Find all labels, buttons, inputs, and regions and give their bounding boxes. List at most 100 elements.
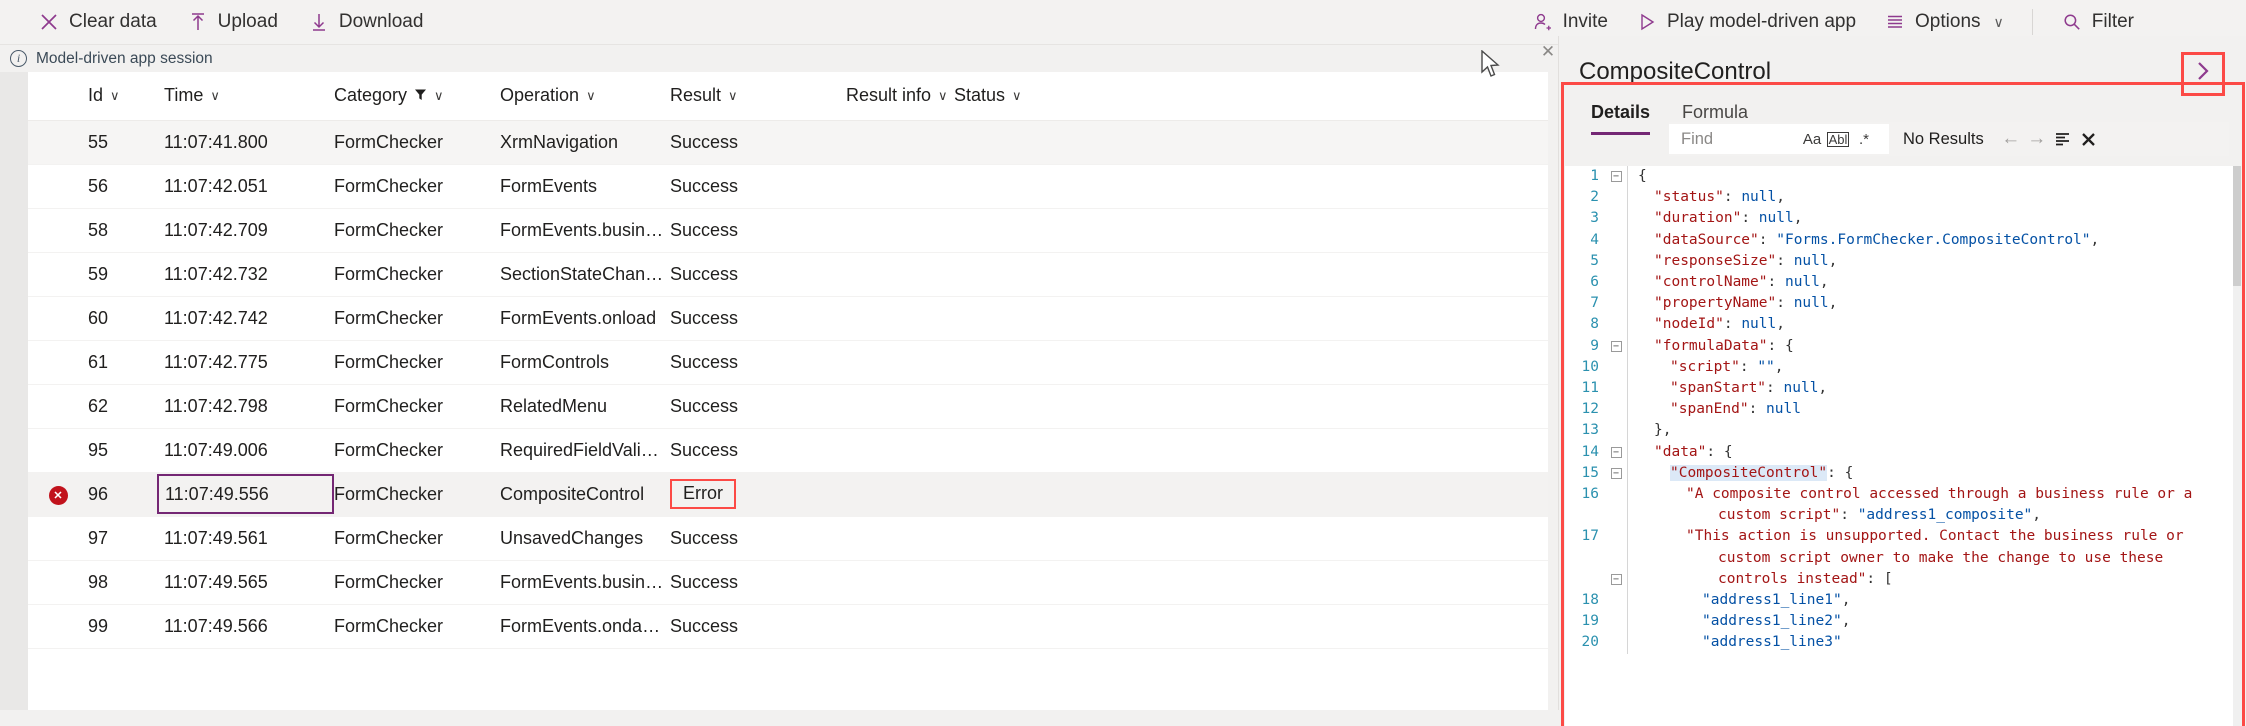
cell-result-info[interactable] <box>846 340 954 385</box>
cell-result[interactable]: Success <box>670 384 846 429</box>
clear-data-button[interactable]: Clear data <box>26 5 169 39</box>
cell-status[interactable] <box>954 120 1074 165</box>
table-row[interactable]: 99 11:07:49.566 FormChecker FormEvents.onda… <box>0 604 1548 649</box>
options-button[interactable]: Options ∨ <box>1872 5 2016 39</box>
upload-button[interactable]: Upload <box>175 5 290 39</box>
find-close-button[interactable] <box>2076 126 2102 152</box>
cell-result-info[interactable] <box>846 208 954 253</box>
cell-id[interactable]: 60 <box>88 296 164 341</box>
cell-id[interactable]: 95 <box>88 428 164 473</box>
cell-operation[interactable]: FormEvents <box>500 164 670 209</box>
cell-result[interactable]: Success <box>670 120 846 165</box>
header-col-operation[interactable]: Operation ∨ <box>500 72 670 121</box>
header-col-result[interactable]: Result ∨ <box>670 72 846 121</box>
cell-status[interactable] <box>954 472 1074 517</box>
selection-find-icon[interactable] <box>2050 126 2076 152</box>
cell-result[interactable]: Success <box>670 340 846 385</box>
cell-operation[interactable]: SectionStateChange.vi... <box>500 252 670 297</box>
cell-category[interactable]: FormChecker <box>334 428 500 473</box>
cell-result-info[interactable] <box>846 428 954 473</box>
cell-result[interactable]: Success <box>670 296 846 341</box>
cell-time[interactable]: 11:07:49.565 <box>164 560 334 605</box>
table-row[interactable]: 97 11:07:49.561 FormChecker UnsavedChanges S… <box>0 516 1548 561</box>
cell-operation[interactable]: FormEvents.ondataload <box>500 604 670 649</box>
cell-status[interactable] <box>954 164 1074 209</box>
cell-time[interactable]: 11:07:49.566 <box>164 604 334 649</box>
cell-category[interactable]: FormChecker <box>334 604 500 649</box>
cell-operation[interactable]: FormEvents.businessrule <box>500 560 670 605</box>
cell-category[interactable]: FormChecker <box>334 340 500 385</box>
cell-result-info[interactable] <box>846 252 954 297</box>
table-row[interactable]: 58 11:07:42.709 FormChecker FormEvents.busi… <box>0 208 1548 253</box>
cell-category[interactable]: FormChecker <box>334 516 500 561</box>
find-next-button[interactable]: → <box>2024 126 2050 152</box>
cell-result-info[interactable] <box>846 164 954 209</box>
cell-category[interactable]: FormChecker <box>334 120 500 165</box>
regex-toggle[interactable]: .* <box>1851 126 1877 152</box>
cell-operation[interactable]: FormEvents.onload <box>500 296 670 341</box>
cell-result[interactable]: Error <box>670 472 846 517</box>
cell-result-info[interactable] <box>846 472 954 517</box>
table-row[interactable]: 59 11:07:42.732 FormChecker SectionStateCha… <box>0 252 1548 297</box>
cell-category[interactable]: FormChecker <box>334 252 500 297</box>
cell-status[interactable] <box>954 560 1074 605</box>
cell-id[interactable]: 56 <box>88 164 164 209</box>
table-row[interactable]: 60 11:07:42.742 FormChecker FormEvents.onlo… <box>0 296 1548 341</box>
cell-status[interactable] <box>954 340 1074 385</box>
cell-id[interactable]: 55 <box>88 120 164 165</box>
cell-status[interactable] <box>954 516 1074 561</box>
cell-id[interactable]: 61 <box>88 340 164 385</box>
code-scrollbar-thumb[interactable] <box>2233 166 2241 286</box>
header-col-result-info[interactable]: Result info ∨ <box>846 72 954 121</box>
cell-status[interactable] <box>954 252 1074 297</box>
header-col-time[interactable]: Time ∨ <box>164 72 334 121</box>
cell-category[interactable]: FormChecker <box>334 296 500 341</box>
cell-result[interactable]: Success <box>670 604 846 649</box>
cell-result[interactable]: Success <box>670 164 846 209</box>
cell-operation[interactable]: RequiredFieldValidation <box>500 428 670 473</box>
header-col-status[interactable]: Status ∨ <box>954 72 1074 121</box>
cell-result-info[interactable] <box>846 516 954 561</box>
cell-time[interactable]: 11:07:49.556 <box>157 472 334 517</box>
session-close-button[interactable]: ✕ <box>1538 42 1558 62</box>
invite-button[interactable]: Invite <box>1520 5 1620 39</box>
cell-status[interactable] <box>954 428 1074 473</box>
whole-word-toggle[interactable]: Abl <box>1825 126 1851 152</box>
cell-category[interactable]: FormChecker <box>334 208 500 253</box>
cell-result-info[interactable] <box>846 296 954 341</box>
play-model-driven-app-button[interactable]: Play model-driven app <box>1624 5 1868 39</box>
download-button[interactable]: Download <box>296 5 436 39</box>
cell-status[interactable] <box>954 208 1074 253</box>
cell-category[interactable]: FormChecker <box>334 384 500 429</box>
cell-id[interactable]: 58 <box>88 208 164 253</box>
header-col-category[interactable]: Category ∨ <box>334 72 500 121</box>
cell-operation[interactable]: UnsavedChanges <box>500 516 670 561</box>
cell-id[interactable]: 62 <box>88 384 164 429</box>
table-row[interactable]: 95 11:07:49.006 FormChecker RequiredFieldVa… <box>0 428 1548 473</box>
table-row[interactable]: 56 11:07:42.051 FormChecker FormEvents Succe… <box>0 164 1548 209</box>
cell-time[interactable]: 11:07:49.561 <box>164 516 334 561</box>
cell-category[interactable]: FormChecker <box>334 164 500 209</box>
cell-operation[interactable]: XrmNavigation <box>500 120 670 165</box>
cell-result[interactable]: Success <box>670 560 846 605</box>
code-scrollbar[interactable] <box>2233 166 2241 726</box>
cell-status[interactable] <box>954 296 1074 341</box>
cell-result-info[interactable] <box>846 120 954 165</box>
find-input[interactable] <box>1679 128 1799 150</box>
match-case-toggle[interactable]: Aa <box>1799 126 1825 152</box>
collapse-icon[interactable]: − <box>1605 166 1627 186</box>
cell-id[interactable]: 97 <box>88 516 164 561</box>
table-row[interactable]: 61 11:07:42.775 FormChecker FormControls Suc… <box>0 340 1548 385</box>
cell-time[interactable]: 11:07:42.775 <box>164 340 334 385</box>
cell-category[interactable]: FormChecker <box>334 560 500 605</box>
cell-result[interactable]: Success <box>670 252 846 297</box>
cell-time[interactable]: 11:07:41.800 <box>164 120 334 165</box>
tab-details[interactable]: Details <box>1575 90 1666 135</box>
cell-operation[interactable]: FormEvents.businessrule <box>500 208 670 253</box>
cell-status[interactable] <box>954 384 1074 429</box>
cell-id[interactable]: 98 <box>88 560 164 605</box>
cell-status[interactable] <box>954 604 1074 649</box>
cell-result-info[interactable] <box>846 604 954 649</box>
cell-time[interactable]: 11:07:42.732 <box>164 252 334 297</box>
cell-result-info[interactable] <box>846 384 954 429</box>
